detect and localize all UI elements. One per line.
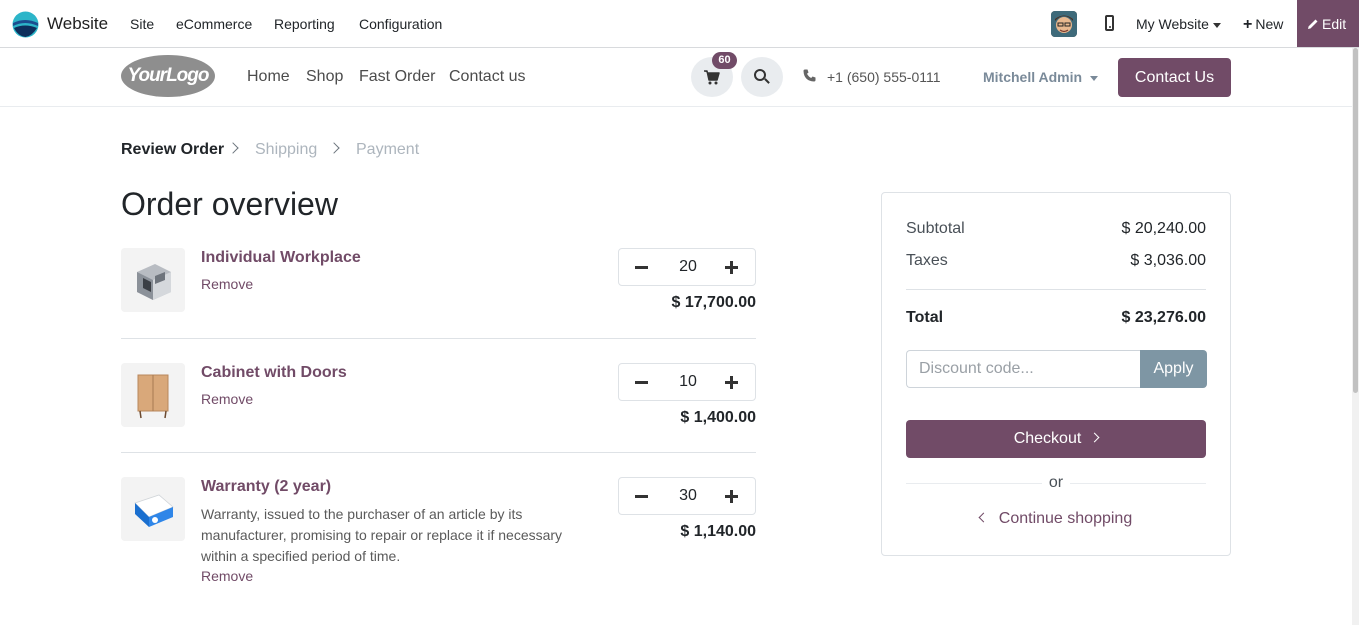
- edit-button[interactable]: Edit: [1297, 0, 1359, 47]
- caret-down-icon: [1212, 22, 1221, 28]
- subtotal-value: $ 20,240.00: [1121, 220, 1206, 237]
- app-title[interactable]: Website: [47, 14, 108, 34]
- apply-button[interactable]: Apply: [1140, 350, 1207, 388]
- divider: [906, 289, 1206, 290]
- quantity-stepper: 10: [618, 363, 756, 401]
- remove-link[interactable]: Remove: [201, 276, 253, 292]
- contact-us-button[interactable]: Contact Us: [1118, 58, 1231, 97]
- wooden-cabinet-icon: [121, 363, 185, 427]
- cart-count-badge: 60: [712, 52, 737, 69]
- quantity-stepper: 30: [618, 477, 756, 515]
- line-price: $ 17,700.00: [671, 294, 756, 311]
- phone-number[interactable]: +1 (650) 555-0111: [827, 69, 941, 85]
- minus-button[interactable]: [619, 478, 663, 514]
- continue-shopping-link[interactable]: Continue shopping: [882, 510, 1230, 528]
- phone-icon: [803, 69, 816, 82]
- product-name[interactable]: Cabinet with Doors: [201, 364, 347, 382]
- chevron-left-icon: [978, 512, 989, 523]
- product-image[interactable]: [121, 248, 185, 312]
- cart-icon: [704, 70, 720, 85]
- nav-fast-order[interactable]: Fast Order: [359, 68, 435, 86]
- chevron-right-icon: [1089, 432, 1100, 443]
- mobile-preview-icon[interactable]: [1105, 15, 1114, 31]
- taxes-label: Taxes: [906, 252, 948, 269]
- product-description: Warranty, issued to the purchaser of an …: [201, 506, 563, 564]
- my-website-dropdown[interactable]: My Website: [1136, 16, 1221, 32]
- line-price: $ 1,400.00: [680, 409, 756, 426]
- nav-home[interactable]: Home: [247, 68, 290, 86]
- site-logo[interactable]: YourLogo: [121, 55, 215, 97]
- or-separator: or: [1048, 474, 1064, 491]
- product-name[interactable]: Individual Workplace: [201, 249, 361, 267]
- page-title: Order overview: [121, 186, 338, 222]
- scrollbar-thumb[interactable]: [1353, 48, 1358, 393]
- search-button[interactable]: [741, 57, 783, 97]
- plus-button[interactable]: [711, 249, 755, 285]
- workplace-cube-icon: [121, 248, 185, 312]
- website-app-icon[interactable]: [12, 11, 39, 38]
- chevron-right-icon: [227, 142, 239, 154]
- product-image[interactable]: [121, 363, 185, 427]
- step-review-order: Review Order: [121, 141, 225, 158]
- user-menu[interactable]: Mitchell Admin: [983, 69, 1099, 85]
- subtotal-label: Subtotal: [906, 220, 965, 237]
- checkout-button[interactable]: Checkout: [906, 420, 1206, 458]
- quantity-input[interactable]: 30: [663, 478, 713, 514]
- remove-link[interactable]: Remove: [201, 568, 253, 584]
- divider: [121, 452, 756, 453]
- total-label: Total: [906, 309, 944, 326]
- product-name[interactable]: Warranty (2 year): [201, 478, 331, 496]
- user-avatar[interactable]: [1051, 11, 1077, 37]
- line-price: $ 1,140.00: [680, 523, 756, 540]
- plus-button[interactable]: [711, 478, 755, 514]
- nav-shop[interactable]: Shop: [306, 68, 343, 86]
- logo-text: YourLogo: [127, 65, 210, 86]
- minus-button[interactable]: [619, 249, 663, 285]
- plus-icon: +: [1243, 16, 1253, 33]
- caret-down-icon: [1090, 75, 1099, 81]
- step-payment: Payment: [356, 141, 420, 158]
- menu-reporting[interactable]: Reporting: [274, 16, 335, 32]
- taxes-value: $ 3,036.00: [1130, 252, 1206, 269]
- new-button[interactable]: + New: [1243, 16, 1283, 34]
- plus-button[interactable]: [711, 364, 755, 400]
- total-value: $ 23,276.00: [1121, 309, 1206, 326]
- pencil-icon: [1308, 19, 1318, 29]
- order-summary-card: Subtotal $ 20,240.00 Taxes $ 3,036.00 To…: [881, 192, 1231, 556]
- quantity-input[interactable]: 10: [663, 364, 713, 400]
- quantity-input[interactable]: 20: [663, 249, 713, 285]
- discount-code-input[interactable]: [906, 350, 1141, 388]
- step-shipping: Shipping: [255, 141, 318, 158]
- minus-button[interactable]: [619, 364, 663, 400]
- menu-ecommerce[interactable]: eCommerce: [176, 16, 252, 32]
- divider: [121, 338, 756, 339]
- chevron-right-icon: [328, 142, 340, 154]
- menu-configuration[interactable]: Configuration: [359, 16, 442, 32]
- product-image[interactable]: [121, 477, 185, 541]
- menu-site[interactable]: Site: [130, 16, 154, 32]
- site-header: YourLogo Home Shop Fast Order Contact us…: [0, 48, 1352, 107]
- remove-link[interactable]: Remove: [201, 391, 253, 407]
- admin-bar: Website Site eCommerce Reporting Configu…: [0, 0, 1359, 48]
- warranty-box-icon: [121, 477, 185, 541]
- nav-contact-us[interactable]: Contact us: [449, 68, 525, 86]
- quantity-stepper: 20: [618, 248, 756, 286]
